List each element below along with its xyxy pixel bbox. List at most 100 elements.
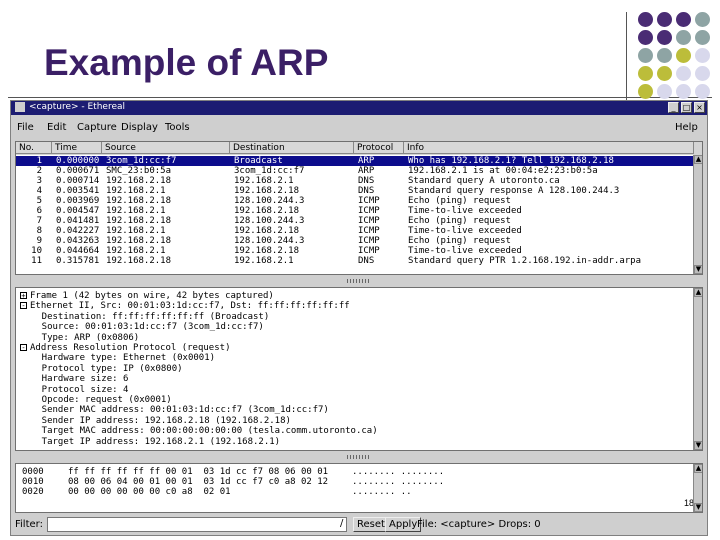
detail-text: Hardware size: 6 [20, 374, 129, 385]
minimize-button[interactable]: _ [668, 102, 679, 113]
packet-row[interactable]: 2 0.000671 SMC_23:b0:5a 3com_1d:cc:f7 ARP 192… [16, 166, 702, 176]
hex-bytes: ff ff ff ff ff ff 00 01 03 1d cc f7 08 0… [68, 467, 329, 477]
packet-cell: 192.168.2.18 [106, 236, 172, 246]
decor-dot [676, 30, 691, 45]
detail-tree-line[interactable]: - Ethernet II, Src: 00:01:03:1d:cc:f7, Ds… [20, 301, 350, 311]
packet-cell: Standard query response A 128.100.244.3 [408, 186, 620, 196]
collapse-icon[interactable]: - [20, 344, 27, 352]
menu-help[interactable]: Help [675, 122, 698, 133]
detail-tree-line[interactable]: Opcode: request (0x0001) [20, 395, 172, 405]
detail-text: Sender IP address: 192.168.2.18 (192.168… [20, 415, 291, 426]
packet-list-scrollbar[interactable]: ▲ ▼ [693, 155, 702, 274]
detail-scrollbar[interactable]: ▲ ▼ [693, 288, 702, 450]
detail-text: Hardware type: Ethernet (0x0001) [20, 353, 216, 364]
apply-button[interactable]: Apply [385, 517, 422, 532]
packet-cell: 0.004547 [56, 206, 100, 216]
packet-cell: Broadcast [234, 156, 283, 166]
filter-edit-icon[interactable]: / [340, 518, 343, 529]
packet-detail-pane: + Frame 1 (42 bytes on wire, 42 bytes cap… [15, 287, 703, 451]
packet-row[interactable]: 6 0.004547 192.168.2.1 192.168.2.18 ICMP Time… [16, 206, 702, 216]
scroll-up-arrow-icon[interactable]: ▲ [694, 155, 702, 164]
packet-cell: 192.168.2.1 [106, 246, 166, 256]
detail-tree-line[interactable]: Target IP address: 192.168.2.1 (192.168.… [20, 437, 280, 447]
menu-file[interactable]: File [17, 122, 34, 133]
packet-cell: 0.003969 [56, 196, 100, 206]
packet-row[interactable]: 1 0.000000 3com_1d:cc:f7 Broadcast ARP Who ha… [16, 156, 702, 166]
packet-cell: 11 [31, 256, 42, 266]
close-button[interactable]: × [694, 102, 705, 113]
scroll-up-arrow-icon[interactable]: ▲ [694, 464, 702, 473]
packet-cell: 192.168.2.1 [106, 226, 166, 236]
detail-tree-line[interactable]: Sender MAC address: 00:01:03:1d:cc:f7 (3… [20, 405, 329, 415]
col-header-time[interactable]: Time [52, 142, 102, 154]
expand-icon[interactable]: + [20, 292, 27, 300]
packet-row[interactable]: 9 0.043263 192.168.2.18 128.100.244.3 ICMP Ec… [16, 236, 702, 246]
menu-edit[interactable]: Edit [47, 122, 66, 133]
detail-tree-line[interactable]: Source: 00:01:03:1d:cc:f7 (3com_1d:cc:f7… [20, 322, 264, 332]
detail-tree-line[interactable]: Destination: ff:ff:ff:ff:ff:ff (Broadcas… [20, 312, 270, 322]
packet-cell: 192.168.2.18 [106, 176, 172, 186]
hex-ascii: ........ .. [352, 487, 412, 497]
col-header-info[interactable]: Info [404, 142, 694, 154]
pane-splitter-1[interactable] [15, 277, 703, 286]
packet-row[interactable]: 3 0.000714 192.168.2.18 192.168.2.1 DNS Stand… [16, 176, 702, 186]
hex-offset: 0010 [22, 477, 44, 487]
pane-splitter-2[interactable] [15, 453, 703, 462]
packet-row[interactable]: 7 0.041481 192.168.2.18 128.100.244.3 ICMP Ec… [16, 216, 702, 226]
packet-cell: Echo (ping) request [408, 216, 511, 226]
detail-text: Protocol size: 4 [20, 384, 129, 395]
window-titlebar[interactable]: <capture> - Ethereal _ □ × [11, 101, 707, 115]
detail-tree-line[interactable]: Target MAC address: 00:00:00:00:00:00 (t… [20, 426, 378, 436]
col-header-no[interactable]: No. [16, 142, 52, 154]
scroll-down-arrow-icon[interactable]: ▼ [694, 503, 702, 512]
hex-scrollbar[interactable]: ▲ ▼ [693, 464, 702, 512]
detail-tree-line[interactable]: Sender IP address: 192.168.2.18 (192.168… [20, 416, 291, 426]
packet-cell: ICMP [358, 206, 380, 216]
packet-cell: 3com_1d:cc:f7 [106, 156, 177, 166]
col-header-source[interactable]: Source [102, 142, 230, 154]
detail-tree-line[interactable]: Protocol size: 4 [20, 384, 129, 395]
packet-cell: 0.000671 [56, 166, 100, 176]
decor-dot [657, 12, 672, 27]
reset-button[interactable]: Reset [353, 517, 389, 532]
scroll-down-arrow-icon[interactable]: ▼ [694, 265, 702, 274]
scroll-down-arrow-icon[interactable]: ▼ [694, 441, 702, 450]
detail-tree-line[interactable]: - Address Resolution Protocol (request) [20, 343, 230, 353]
detail-tree-line[interactable]: Type: ARP (0x0806) [20, 333, 140, 343]
detail-text: Target IP address: 192.168.2.1 (192.168.… [20, 436, 281, 447]
packet-cell: 192.168.2.18 [234, 246, 300, 256]
packet-row[interactable]: 8 0.042227 192.168.2.1 192.168.2.18 ICMP Time… [16, 226, 702, 236]
detail-tree-line[interactable]: Hardware type: Ethernet (0x0001) [20, 353, 215, 363]
packet-cell: 192.168.2.18 [106, 256, 172, 266]
filter-label: Filter: [15, 519, 43, 530]
menu-display[interactable]: Display [121, 122, 158, 133]
packet-cell: 9 [36, 236, 42, 246]
packet-row[interactable]: 5 0.003969 192.168.2.18 128.100.244.3 ICMP Ec… [16, 196, 702, 206]
detail-tree-line[interactable]: Protocol type: IP (0x0800) [20, 364, 183, 374]
filter-input[interactable] [47, 517, 347, 532]
decor-horizontal-rule [8, 97, 712, 98]
detail-text: Address Resolution Protocol (request) [30, 343, 231, 353]
packet-cell: 0.042227 [56, 226, 100, 236]
slide-title: Example of ARP [44, 42, 329, 83]
packet-row[interactable]: 11 0.315781 192.168.2.18 192.168.2.1 DNS Stan… [16, 256, 702, 266]
detail-text: Opcode: request (0x0001) [20, 395, 172, 405]
packet-cell: 192.168.2.1 [106, 186, 166, 196]
collapse-icon[interactable]: - [20, 302, 27, 310]
decor-dot [657, 66, 672, 81]
menu-capture[interactable]: Capture [77, 122, 117, 133]
detail-tree-line[interactable]: + Frame 1 (42 bytes on wire, 42 bytes cap… [20, 291, 274, 301]
col-header-protocol[interactable]: Protocol [354, 142, 404, 154]
packet-cell: Time-to-live exceeded [408, 206, 522, 216]
hex-offset: 0000 [22, 467, 44, 477]
maximize-button[interactable]: □ [681, 102, 692, 113]
col-header-destination[interactable]: Destination [230, 142, 354, 154]
packet-row[interactable]: 4 0.003541 192.168.2.1 192.168.2.18 DNS Stand… [16, 186, 702, 196]
decor-dot-grid [638, 12, 720, 102]
decor-dot [638, 66, 653, 81]
detail-tree-line[interactable]: Hardware size: 6 [20, 374, 129, 385]
packet-cell: ICMP [358, 216, 380, 226]
scroll-up-arrow-icon[interactable]: ▲ [694, 288, 702, 297]
packet-row[interactable]: 10 0.044664 192.168.2.1 192.168.2.18 ICMP Tim… [16, 246, 702, 256]
menu-tools[interactable]: Tools [165, 122, 190, 133]
